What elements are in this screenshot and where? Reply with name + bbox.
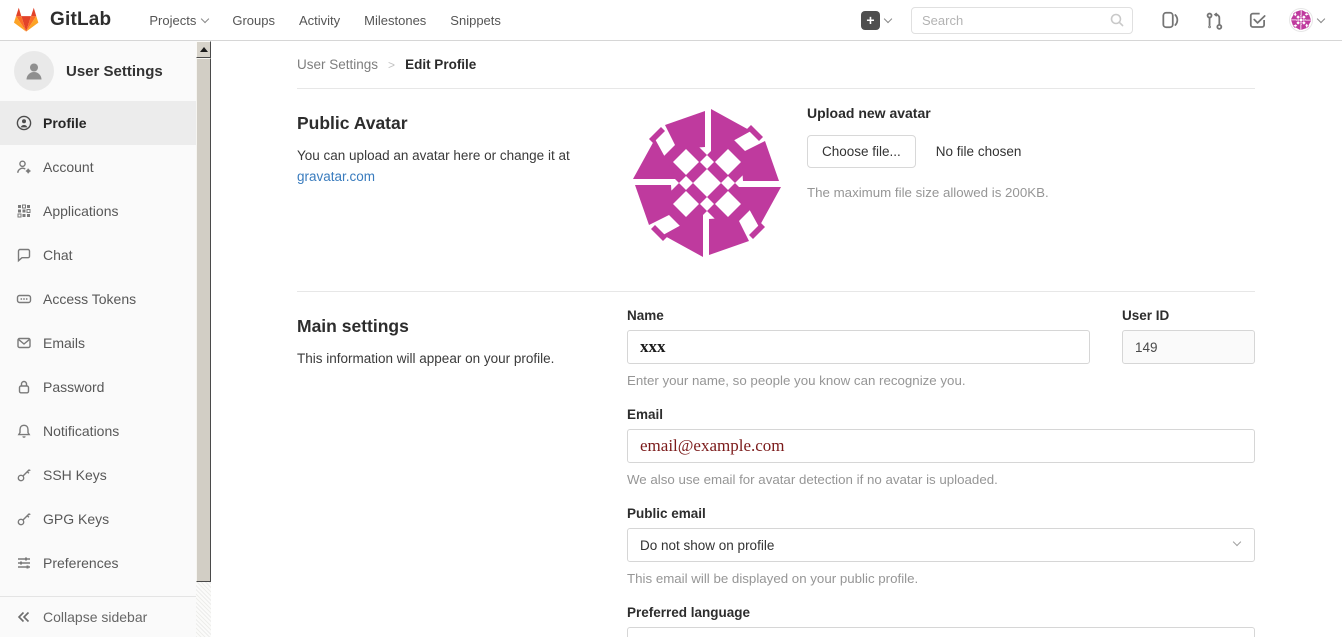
key-icon <box>16 467 32 483</box>
primary-nav: Projects Groups Activity Milestones Snip… <box>137 0 513 41</box>
sidebar-item-ssh-keys[interactable]: SSH Keys <box>0 453 196 497</box>
file-chosen-status: No file chosen <box>936 144 1022 159</box>
breadcrumb-current: Edit Profile <box>405 57 476 72</box>
envelope-icon <box>16 335 32 351</box>
name-help: Enter your name, so people you know can … <box>627 373 1090 388</box>
user-id-input <box>1122 330 1255 364</box>
chevron-down-icon <box>201 14 209 22</box>
public-avatar-title: Public Avatar <box>297 113 597 134</box>
sidebar-item-chat[interactable]: Chat <box>0 233 196 277</box>
todos-button[interactable] <box>1241 5 1275 35</box>
user-settings-avatar <box>14 51 54 91</box>
issues-icon <box>1160 10 1180 30</box>
sidebar-item-profile[interactable]: Profile <box>0 101 196 145</box>
sidebar-item-access-tokens[interactable]: Access Tokens <box>0 277 196 321</box>
new-menu-button[interactable]: + <box>861 11 891 30</box>
settings-sidebar: User Settings Profile Account <box>0 41 211 637</box>
speech-bubble-icon <box>16 247 32 263</box>
email-label: Email <box>627 407 1255 422</box>
collapse-sidebar-button[interactable]: Collapse sidebar <box>0 596 196 637</box>
search-icon <box>1109 12 1125 28</box>
sidebar-header: User Settings <box>0 41 196 101</box>
sidebar-item-applications[interactable]: Applications <box>0 189 196 233</box>
nav-activity[interactable]: Activity <box>287 0 352 41</box>
user-avatar <box>1289 8 1313 32</box>
sliders-icon <box>16 555 32 571</box>
bell-icon <box>16 423 32 439</box>
chevron-down-icon <box>1317 14 1325 22</box>
breadcrumb: User Settings > Edit Profile <box>297 41 1255 89</box>
main-settings-title: Main settings <box>297 316 597 337</box>
grid-icon <box>16 203 32 219</box>
public-email-help: This email will be displayed on your pub… <box>627 571 1255 586</box>
lock-icon <box>16 379 32 395</box>
breadcrumb-separator: > <box>388 58 395 72</box>
issues-button[interactable] <box>1153 5 1187 35</box>
main-settings-section: Main settings This information will appe… <box>297 291 1255 637</box>
nav-projects[interactable]: Projects <box>137 0 220 41</box>
name-input[interactable] <box>627 330 1090 364</box>
upload-new-avatar-label: Upload new avatar <box>807 105 1049 121</box>
sidebar-item-emails[interactable]: Emails <box>0 321 196 365</box>
preferred-language-label: Preferred language <box>627 605 1255 620</box>
sidebar-title: User Settings <box>66 63 163 80</box>
user-gear-icon <box>16 159 32 175</box>
scrollbar-thumb[interactable] <box>196 58 211 582</box>
sidebar-item-gpg-keys[interactable]: GPG Keys <box>0 497 196 541</box>
chevron-down-icon <box>1233 538 1241 546</box>
top-navbar: GitLab Projects Groups Activity Mileston… <box>0 0 1342 41</box>
scroll-up-button[interactable] <box>196 41 211 58</box>
email-help: We also use email for avatar detection i… <box>627 472 1255 487</box>
public-avatar-section: Public Avatar You can upload an avatar h… <box>297 89 1255 291</box>
main-content: User Settings > Edit Profile Public Avat… <box>211 41 1342 637</box>
nav-milestones[interactable]: Milestones <box>352 0 438 41</box>
email-input[interactable] <box>627 429 1255 463</box>
collapse-left-icon <box>16 609 32 625</box>
name-label: Name <box>627 308 1090 323</box>
breadcrumb-user-settings[interactable]: User Settings <box>297 57 378 72</box>
gitlab-home-link[interactable]: GitLab <box>12 6 111 34</box>
person-icon <box>22 59 46 83</box>
avatar-description: You can upload an avatar here or change … <box>297 148 570 163</box>
todos-icon <box>1248 10 1268 30</box>
plus-icon: + <box>861 11 880 30</box>
public-email-label: Public email <box>627 506 1255 521</box>
user-circle-icon <box>16 115 32 131</box>
user-menu-button[interactable] <box>1289 8 1324 32</box>
brand-name: GitLab <box>50 9 111 31</box>
token-pill-icon <box>16 291 32 307</box>
key-icon <box>16 511 32 527</box>
choose-file-button[interactable]: Choose file... <box>807 135 916 168</box>
gravatar-link[interactable]: gravatar.com <box>297 169 375 184</box>
nav-groups[interactable]: Groups <box>220 0 287 41</box>
merge-request-icon <box>1204 10 1224 30</box>
user-id-label: User ID <box>1122 308 1255 323</box>
chevron-down-icon <box>884 14 892 22</box>
sidebar-item-account[interactable]: Account <box>0 145 196 189</box>
sidebar-item-password[interactable]: Password <box>0 365 196 409</box>
sidebar-scrollbar[interactable] <box>196 41 211 637</box>
nav-snippets[interactable]: Snippets <box>438 0 513 41</box>
profile-avatar-image <box>627 103 787 263</box>
gitlab-tanuki-icon <box>12 6 40 34</box>
sidebar-item-notifications[interactable]: Notifications <box>0 409 196 453</box>
sidebar-item-preferences[interactable]: Preferences <box>0 541 196 585</box>
merge-requests-button[interactable] <box>1197 5 1231 35</box>
search-input[interactable] <box>911 7 1133 34</box>
main-settings-description: This information will appear on your pro… <box>297 349 597 370</box>
public-email-select[interactable]: Do not show on profile <box>627 528 1255 562</box>
max-file-size-hint: The maximum file size allowed is 200KB. <box>807 185 1049 200</box>
preferred-language-select[interactable] <box>627 627 1255 637</box>
